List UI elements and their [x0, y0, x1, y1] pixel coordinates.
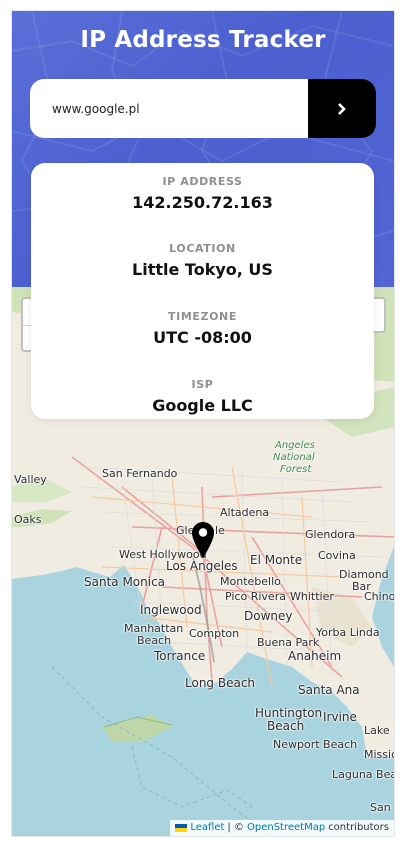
map-label: Santa Ana	[298, 683, 360, 697]
info-card: IP ADDRESS 142.250.72.163 LOCATION Littl…	[31, 163, 374, 419]
map-label: Buena Park	[257, 636, 320, 649]
map-attribution: Leaflet | © OpenStreetMap contributors	[170, 820, 394, 836]
map-label: National	[273, 452, 315, 463]
map-label: Beach	[137, 634, 172, 647]
map-label: Forest	[280, 464, 312, 475]
app-window: IP Address Tracker www.google.pl Valley …	[11, 10, 395, 837]
ip-block: IP ADDRESS 142.250.72.163	[31, 175, 374, 212]
leaflet-link[interactable]: Leaflet	[190, 820, 224, 836]
isp-block: ISP Google LLC	[31, 378, 374, 415]
location-label: LOCATION	[169, 242, 236, 255]
map-label: Beach	[267, 719, 305, 733]
map-label: Altadena	[220, 506, 270, 519]
search-input[interactable]	[30, 79, 307, 138]
map-label: Valley	[14, 473, 47, 486]
location-value: Little Tokyo, US	[132, 260, 273, 279]
location-marker-icon[interactable]	[192, 522, 214, 558]
map-label: Lake Fo	[364, 724, 394, 737]
map-label: Oaks	[14, 513, 42, 526]
ip-label: IP ADDRESS	[162, 175, 243, 188]
ukraine-flag-icon	[175, 824, 188, 832]
location-block: LOCATION Little Tokyo, US	[31, 242, 374, 279]
timezone-label: TIMEZONE	[168, 310, 237, 323]
map-label: El Monte	[250, 553, 303, 567]
map-label: Compton	[189, 627, 240, 640]
openstreetmap-link[interactable]: OpenStreetMap	[247, 820, 325, 836]
isp-value: Google LLC	[152, 396, 253, 415]
map-label: Irvine	[323, 710, 357, 724]
map-label: Whittier	[290, 590, 334, 603]
attribution-separator: | ©	[227, 822, 244, 833]
timezone-block: TIMEZONE UTC -08:00	[31, 310, 374, 347]
map-label: Chino	[364, 590, 394, 603]
map-label: Yorba Linda	[316, 626, 380, 639]
isp-label: ISP	[191, 378, 214, 391]
map-label: Newport Beach	[273, 738, 358, 751]
map-label: Covina	[318, 549, 356, 562]
search-form	[30, 79, 376, 138]
page-title: IP Address Tracker	[80, 27, 326, 53]
map-label: Torrance	[154, 649, 206, 663]
map-label: Glendora	[305, 528, 356, 541]
map-label: San	[370, 801, 391, 814]
search-submit-button[interactable]	[308, 79, 376, 138]
map-label: Pico Rivera	[225, 590, 286, 603]
map-label: Long Beach	[185, 676, 256, 690]
chevron-right-icon	[338, 102, 346, 115]
map-label: Laguna Beach	[332, 768, 394, 781]
map-label: Downey	[244, 609, 293, 623]
timezone-value: UTC -08:00	[153, 328, 252, 347]
map-label: Inglewood	[140, 603, 202, 617]
map-label: Huntington	[255, 706, 323, 720]
map-label: Santa Monica	[84, 575, 166, 589]
map-label: Los Angeles	[166, 559, 238, 573]
attribution-contributors: contributors	[328, 822, 389, 833]
map-label: Angeles	[275, 440, 315, 451]
ip-value: 142.250.72.163	[132, 193, 273, 212]
map-label: Montebello	[220, 575, 281, 588]
map-label: Anaheim	[288, 649, 342, 663]
map-label: San Fernando	[102, 467, 178, 480]
map-label: Missio	[364, 748, 394, 761]
